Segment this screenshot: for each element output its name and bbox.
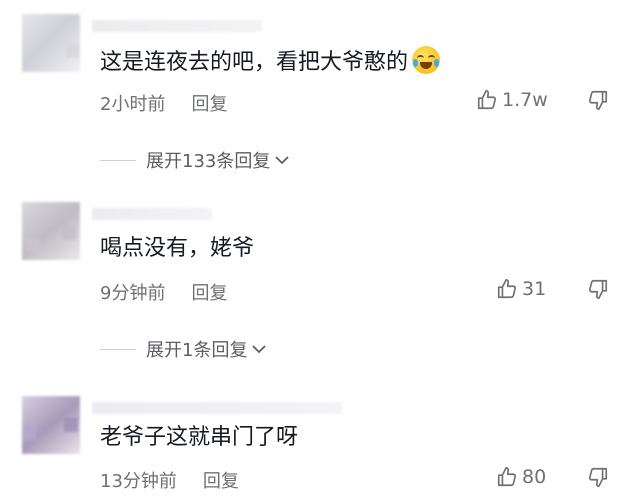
comment-text-content: 这是连夜去的吧，看把大爷憨的: [100, 50, 409, 75]
username-blurred[interactable]: [92, 402, 342, 414]
comment-text: 喝点没有，姥爷: [100, 234, 254, 264]
thumbs-up-icon: [477, 90, 497, 110]
expand-replies-label: 展开133条回复: [146, 151, 271, 172]
expand-replies-button[interactable]: 展开1条回复: [100, 336, 267, 362]
comment-text: 老爷子这就串门了呀: [100, 423, 298, 453]
username-blurred[interactable]: [92, 20, 262, 32]
thumbs-up-icon: [497, 467, 517, 487]
comment-time: 2小时前: [100, 94, 166, 115]
comment-time: 13分钟前: [100, 471, 177, 492]
like-count: 31: [522, 278, 547, 300]
like-button[interactable]: 1.7w: [476, 89, 548, 111]
rolling-laughing-emoji-icon: [412, 46, 441, 74]
comment-time: 9分钟前: [100, 283, 166, 304]
like-count: 1.7w: [502, 89, 548, 111]
comment-text-content: 喝点没有，姥爷: [100, 236, 255, 261]
comment-meta: 2小时前 回复: [100, 90, 227, 116]
dislike-button[interactable]: [586, 466, 610, 492]
expand-replies-label: 展开1条回复: [146, 340, 248, 361]
thumbs-down-icon: [588, 90, 608, 110]
reply-button[interactable]: 回复: [191, 283, 227, 304]
like-button[interactable]: 80: [496, 466, 546, 488]
avatar[interactable]: [22, 202, 80, 260]
dislike-button[interactable]: [586, 89, 610, 115]
reply-button[interactable]: 回复: [191, 94, 227, 115]
comment-meta: 9分钟前 回复: [100, 279, 227, 305]
chevron-down-icon: [252, 345, 267, 354]
reply-button[interactable]: 回复: [203, 471, 239, 492]
chevron-down-icon: [275, 156, 289, 165]
avatar[interactable]: [22, 396, 80, 454]
divider-line: [100, 159, 136, 161]
like-button[interactable]: 31: [496, 278, 546, 300]
comment-text-content: 老爷子这就串门了呀: [100, 425, 299, 450]
like-count: 80: [522, 466, 547, 488]
comment-meta: 13分钟前 回复: [100, 467, 239, 493]
divider-line: [100, 348, 136, 350]
thumbs-up-icon: [497, 279, 517, 299]
comment-text: 这是连夜去的吧，看把大爷憨的: [100, 46, 441, 78]
username-blurred[interactable]: [92, 208, 212, 220]
avatar[interactable]: [22, 14, 80, 72]
dislike-button[interactable]: [586, 278, 610, 304]
thumbs-down-icon: [588, 279, 608, 299]
expand-replies-button[interactable]: 展开133条回复: [100, 147, 290, 173]
thumbs-down-icon: [588, 467, 608, 487]
